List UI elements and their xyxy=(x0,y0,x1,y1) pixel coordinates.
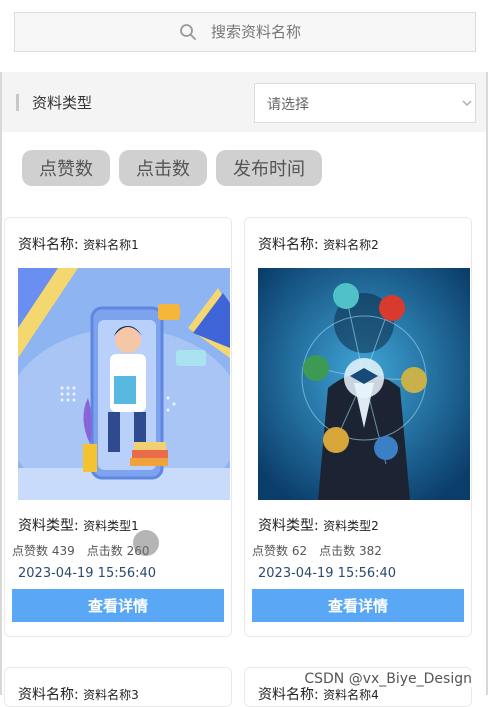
view-details-button[interactable]: 查看详情 xyxy=(12,589,224,622)
filter-label: 资料类型 xyxy=(32,94,93,112)
search-icon[interactable] xyxy=(179,23,197,41)
type-select[interactable]: 请选择 xyxy=(254,83,476,123)
card-type: 资料类型: 资料类型1 xyxy=(18,518,139,534)
card-name: 资料名称: 资料名称1 xyxy=(18,237,139,253)
resource-card[interactable]: 资料名称: 资料名称2 资料类型: 资料类型2 点赞数 62 点击数 382 2… xyxy=(244,217,472,637)
sort-clicks-button[interactable]: 点击数 xyxy=(119,150,207,186)
search-input[interactable] xyxy=(211,23,311,41)
resource-card[interactable]: 资料名称: 资料名称3 xyxy=(4,667,232,707)
cursor-indicator xyxy=(133,530,159,556)
card-type: 资料类型: 资料类型2 xyxy=(258,518,379,534)
card-date: 2023-04-19 15:56:40 xyxy=(258,566,397,581)
card-image[interactable] xyxy=(258,268,470,500)
filter-bar: 资料类型 请选择 xyxy=(2,72,486,132)
view-details-button[interactable]: 查看详情 xyxy=(252,589,464,622)
sort-date-button[interactable]: 发布时间 xyxy=(216,150,322,186)
search-box[interactable] xyxy=(14,12,476,52)
search-section xyxy=(0,0,488,72)
select-value: 请选择 xyxy=(267,97,309,113)
card-image[interactable] xyxy=(18,268,230,500)
card-date: 2023-04-19 15:56:40 xyxy=(18,566,157,581)
card-name: 资料名称: 资料名称3 xyxy=(18,687,139,703)
resource-card[interactable]: 资料名称: 资料名称1 资料类型: 资料类型1 点赞数 439 点击数 2023… xyxy=(4,217,232,637)
filter-marker xyxy=(16,94,19,111)
chevron-down-icon xyxy=(461,97,473,109)
sort-likes-button[interactable]: 点赞数 xyxy=(22,150,110,186)
watermark: CSDN @vx_Biye_Design xyxy=(302,671,474,687)
card-stats: 点赞数 439点击数 260 xyxy=(12,544,150,558)
card-name: 资料名称: 资料名称2 xyxy=(258,237,379,253)
sort-row: 点赞数 点击数 发布时间 xyxy=(0,150,488,188)
card-stats: 点赞数 62 点击数 382 xyxy=(252,544,382,558)
card-name: 资料名称: 资料名称4 xyxy=(258,687,379,703)
